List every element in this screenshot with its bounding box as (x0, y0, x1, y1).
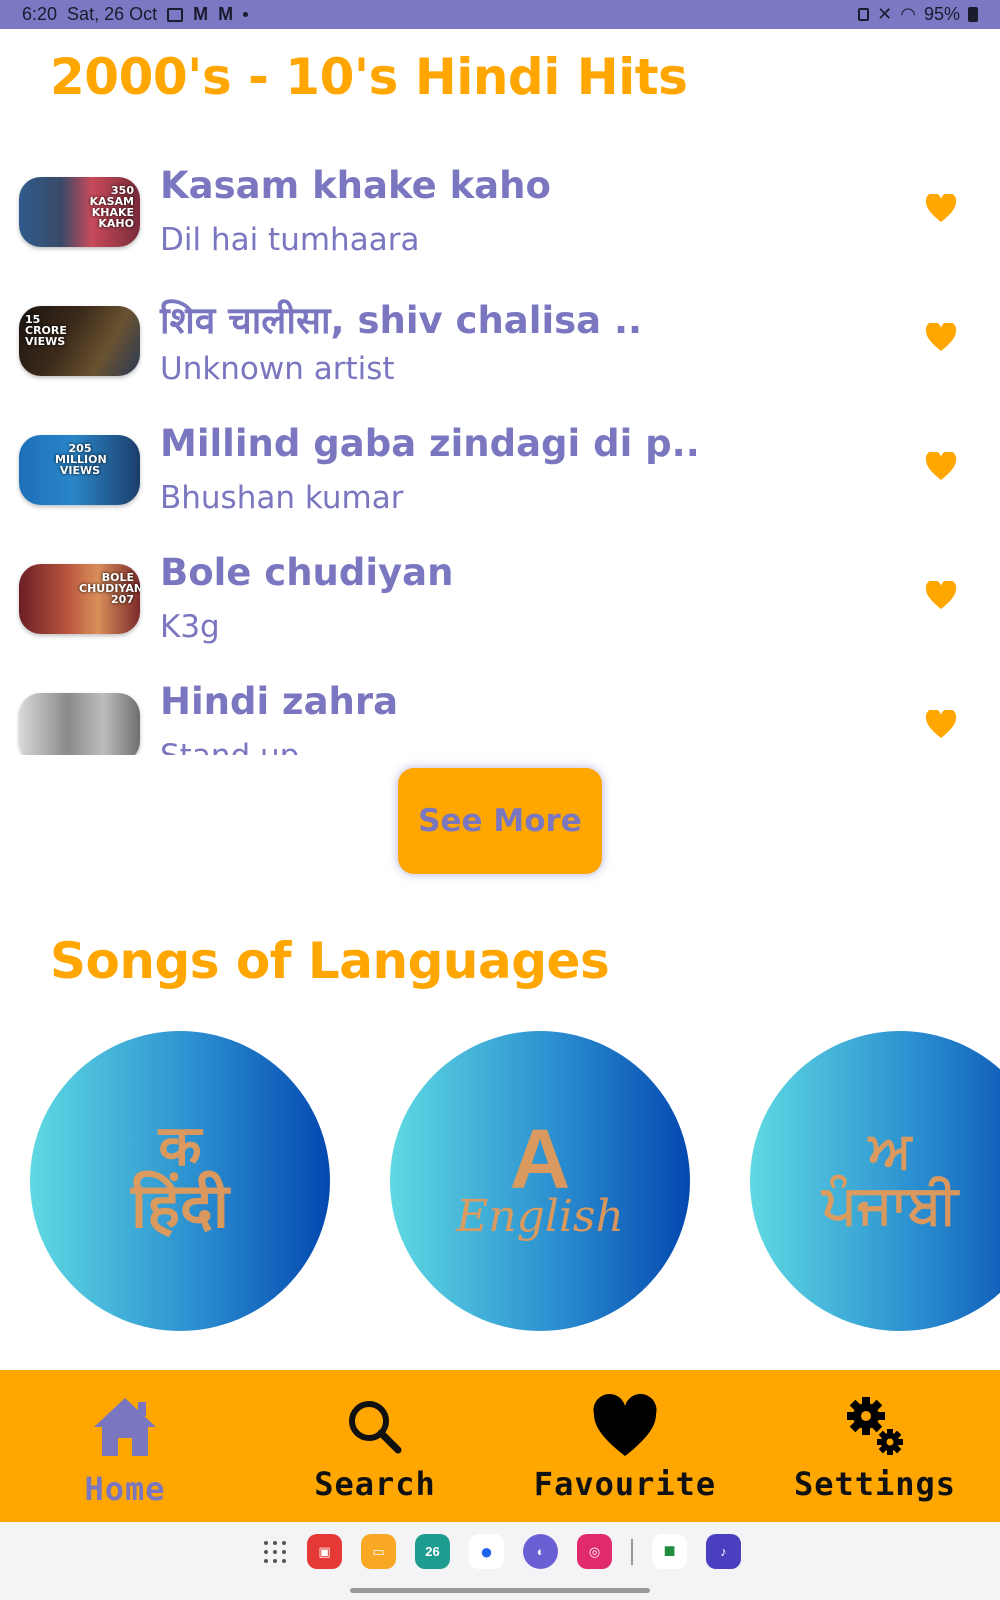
status-bar: 6:20 Sat, 26 Oct M M ✕ ◠ 95% (0, 0, 1000, 29)
status-date: Sat, 26 Oct (67, 4, 158, 24)
home-icon (94, 1398, 156, 1456)
messages-app-icon[interactable]: ● (469, 1534, 504, 1569)
see-more-button[interactable]: See More (398, 768, 602, 874)
song-artist: Stand up (160, 738, 299, 755)
favourite-heart-icon[interactable] (925, 581, 957, 611)
nav-favourite[interactable]: Favourite (500, 1370, 750, 1522)
gmail-notification-icon-2: M (218, 4, 234, 24)
favourite-heart-icon[interactable] (925, 194, 957, 224)
mute-icon: ✕ (877, 4, 893, 24)
nav-search[interactable]: Search (250, 1370, 500, 1522)
meet-app-icon[interactable]: ■ (652, 1534, 687, 1569)
favourite-heart-icon[interactable] (925, 452, 957, 482)
search-icon (349, 1401, 402, 1454)
flipboard-app-icon[interactable]: ▣ (307, 1534, 342, 1569)
calendar-app-icon[interactable]: 26 (415, 1534, 450, 1569)
song-list-item[interactable]: 350 KASAM KHAKE KAHO Kasam khake kaho Di… (0, 150, 1000, 279)
languages-section-title: Songs of Languages (50, 932, 610, 990)
app-dock: ▣ ▭ 26 ● ◐ ◎ ■ ♪ (262, 1534, 741, 1569)
song-artist: Bhushan kumar (160, 480, 404, 516)
nav-settings[interactable]: Settings (750, 1370, 1000, 1522)
more-notifications-icon (243, 12, 249, 17)
song-thumbnail (19, 693, 140, 755)
song-title: Millind gaba zindagi di p.. (160, 422, 700, 465)
nav-home[interactable]: Home (0, 1370, 250, 1522)
nav-settings-label: Settings (793, 1465, 957, 1503)
files-app-icon[interactable]: ▭ (361, 1534, 396, 1569)
thumbnail-text: 350 KASAM KHAKE KAHO (89, 184, 134, 230)
song-artist: Dil hai tumhaara (160, 222, 420, 258)
language-english-card[interactable]: A English (390, 1031, 690, 1331)
music-app-icon[interactable]: ♪ (706, 1534, 741, 1569)
heart-icon (593, 1393, 657, 1456)
thumbnail-text: 15 CRORE VIEWS (25, 313, 67, 348)
song-thumbnail: 15 CRORE VIEWS (19, 306, 140, 376)
song-title: Kasam khake kaho (160, 164, 551, 207)
nav-search-label: Search (314, 1465, 436, 1503)
song-thumbnail: BOLE CHUDIYAN 207 (19, 564, 140, 634)
song-artist: K3g (160, 609, 220, 645)
song-list-item[interactable]: 15 CRORE VIEWS शिव चालीसा, shiv chalisa … (0, 279, 1000, 408)
song-list-item[interactable]: Hindi zahra Stand up (0, 666, 1000, 755)
song-title: Bole chudiyan (160, 551, 454, 594)
lock-icon (858, 8, 870, 21)
thumbnail-text: BOLE CHUDIYAN 207 (79, 571, 140, 606)
dock-separator (631, 1538, 633, 1565)
nav-home-label: Home (84, 1470, 166, 1508)
thumbnail-text: 205 MILLION VIEWS (55, 442, 107, 477)
status-time: 6:20 (22, 4, 58, 24)
song-list[interactable]: 350 KASAM KHAKE KAHO Kasam khake kaho Di… (0, 150, 1000, 755)
nav-favourite-label: Favourite (533, 1465, 717, 1503)
instagram-app-icon[interactable]: ◎ (577, 1534, 612, 1569)
system-taskbar: ▣ ▭ 26 ● ◐ ◎ ■ ♪ (0, 1522, 1000, 1600)
song-list-item[interactable]: 205 MILLION VIEWS Millind gaba zindagi d… (0, 408, 1000, 537)
app-drawer-icon[interactable] (262, 1539, 288, 1565)
song-title: Hindi zahra (160, 680, 399, 723)
home-gesture-bar[interactable] (350, 1588, 650, 1593)
wifi-icon: ◠ (900, 4, 916, 24)
favourite-heart-icon[interactable] (925, 323, 957, 353)
battery-icon (968, 7, 978, 22)
song-title: शिव चालीसा, shiv chalisa .. (160, 299, 643, 342)
punjabi-logo: ਅ ਪੰਜਾਬੀ (822, 1121, 958, 1236)
internet-app-icon[interactable]: ◐ (523, 1534, 558, 1569)
song-thumbnail: 350 KASAM KHAKE KAHO (19, 177, 140, 247)
hindi-logo: क हिंदी (131, 1114, 229, 1242)
hits-section-title: 2000's - 10's Hindi Hits (50, 48, 688, 106)
song-thumbnail: 205 MILLION VIEWS (19, 435, 140, 505)
gears-icon (847, 1397, 903, 1455)
gallery-notification-icon (167, 7, 184, 22)
song-artist: Unknown artist (160, 351, 395, 387)
song-list-item[interactable]: BOLE CHUDIYAN 207 Bole chudiyan K3g (0, 537, 1000, 666)
language-punjabi-card[interactable]: ਅ ਪੰਜਾਬੀ (750, 1031, 1000, 1331)
favourite-heart-icon[interactable] (925, 710, 957, 740)
bottom-navigation: Home Search Favourite Settings (0, 1370, 1000, 1522)
english-logo: A English (456, 1112, 624, 1242)
battery-level: 95% (923, 4, 960, 24)
language-hindi-card[interactable]: क हिंदी (30, 1031, 330, 1331)
gmail-notification-icon: M (193, 4, 209, 24)
